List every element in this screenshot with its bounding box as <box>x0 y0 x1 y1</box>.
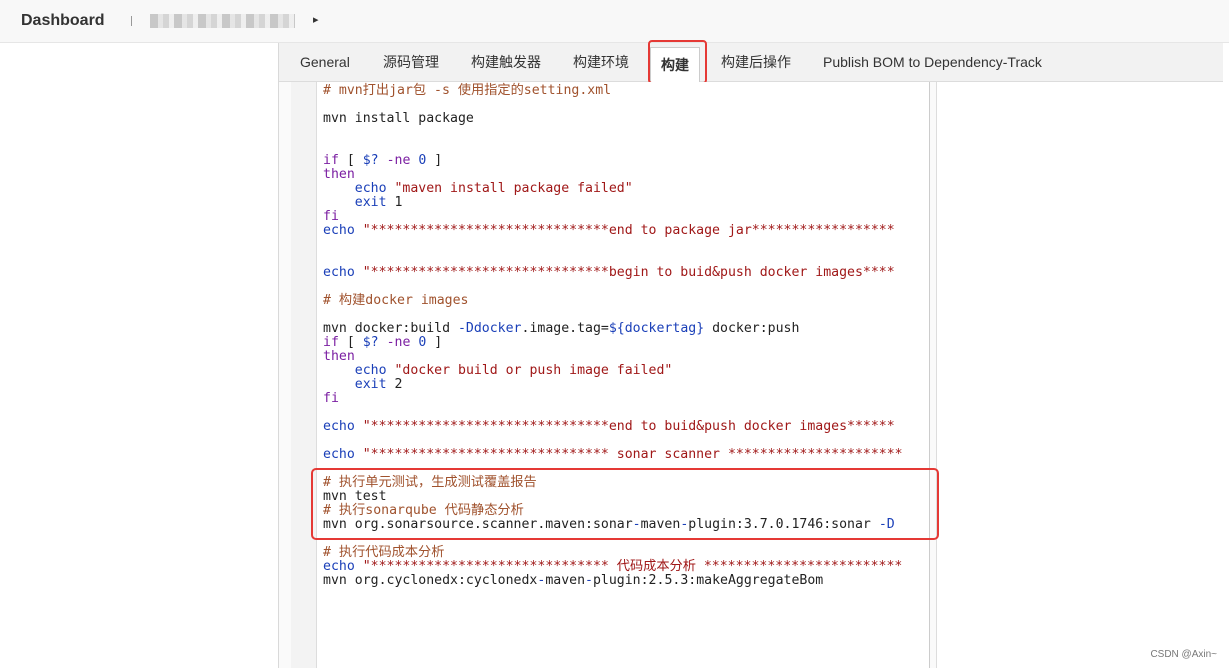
watermark: CSDN @Axin~ <box>1150 649 1217 660</box>
breadcrumb-separator <box>131 16 132 26</box>
tab-post-build-actions[interactable]: 构建后操作 <box>721 43 791 81</box>
code-line: exit 2 <box>354 377 403 392</box>
code-line: fi <box>323 391 339 406</box>
code-line: then <box>323 349 355 364</box>
code-line: echo "****************************** son… <box>323 447 903 462</box>
dashboard-link[interactable]: Dashboard <box>21 12 105 30</box>
tab-source-code-management[interactable]: 源码管理 <box>383 43 439 81</box>
code-line: # mvn打出jar包 -s 使用指定的setting.xml <box>323 83 612 98</box>
shell-script-editor[interactable]: # mvn打出jar包 -s 使用指定的setting.xml mvn inst… <box>317 82 930 668</box>
editor-gutter <box>291 82 317 668</box>
code-line: mvn docker:build -Ddocker.image.tag=${do… <box>323 321 800 336</box>
code-line: echo "******************************end … <box>323 419 895 434</box>
breadcrumb-item-redacted[interactable] <box>150 14 295 28</box>
code-line: # 构建docker images <box>323 293 469 308</box>
code-line: exit 1 <box>354 195 403 210</box>
tab-general[interactable]: General <box>300 43 350 81</box>
code-line: if [ $? -ne 0 ] <box>323 153 443 168</box>
code-line: echo "******************************end … <box>323 223 895 238</box>
tab-publish-bom[interactable]: Publish BOM to Dependency-Track <box>823 43 1042 81</box>
code-line: echo "maven install package failed" <box>354 181 633 196</box>
code-line: echo "docker build or push image failed" <box>354 363 673 378</box>
top-bar: Dashboard ▸ <box>0 0 1229 43</box>
code-line: fi <box>323 209 339 224</box>
tab-highlight-box <box>648 40 707 84</box>
tab-build-triggers[interactable]: 构建触发器 <box>471 43 541 81</box>
right-panel <box>936 82 1224 668</box>
code-line: if [ $? -ne 0 ] <box>323 335 443 350</box>
code-line: then <box>323 167 355 182</box>
code-line: echo "******************************begi… <box>323 265 895 280</box>
side-panel <box>0 43 279 668</box>
code-line: mvn install package <box>323 111 474 126</box>
breadcrumb-chevron-icon[interactable]: ▸ <box>313 13 319 26</box>
config-tab-bar: General 源码管理 构建触发器 构建环境 构建 构建后操作 Publish… <box>279 43 1223 82</box>
sonar-step-highlight-box <box>311 468 939 540</box>
code-line: mvn org.cyclonedx:cyclonedx-maven-plugin… <box>323 573 824 588</box>
code-line: echo "****************************** 代码成… <box>323 559 903 574</box>
code-line: # 执行代码成本分析 <box>323 545 445 560</box>
tab-build-environment[interactable]: 构建环境 <box>573 43 629 81</box>
